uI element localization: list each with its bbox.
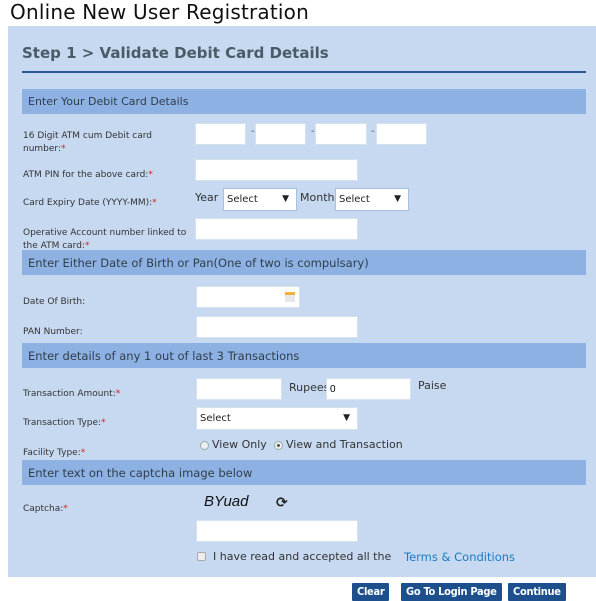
- continue-button[interactable]: Continue: [508, 583, 566, 601]
- section-card-details: Enter Your Debit Card Details: [22, 89, 586, 114]
- atm-pin-input[interactable]: [195, 159, 358, 181]
- month-select-value: Select: [339, 194, 370, 205]
- terms-text: I have read and accepted all the: [213, 550, 392, 563]
- month-label: Month: [300, 191, 335, 204]
- card-number-part-4[interactable]: [376, 123, 427, 145]
- paise-label: Paise: [418, 379, 447, 392]
- registration-panel: Step 1 > Validate Debit Card Details Ent…: [8, 26, 596, 577]
- card-number-part-2[interactable]: [255, 123, 306, 145]
- radio-view-and-transaction-label[interactable]: View and Transaction: [286, 438, 403, 451]
- chevron-down-icon: ▼: [282, 194, 289, 204]
- year-select[interactable]: Select ▼: [223, 188, 297, 211]
- txn-type-value: Select: [200, 413, 231, 424]
- captcha-input[interactable]: [196, 520, 358, 542]
- txn-rupees-input[interactable]: [196, 378, 282, 400]
- radio-view-only[interactable]: [200, 441, 209, 450]
- step-divider: [22, 71, 586, 73]
- radio-view-only-label[interactable]: View Only: [212, 438, 267, 451]
- dob-input[interactable]: [196, 286, 300, 308]
- section-captcha: Enter text on the captcha image below: [22, 460, 586, 485]
- card-number-label: 16 Digit ATM cum Debit card number:*: [23, 131, 152, 154]
- txn-amount-label: Transaction Amount:*: [23, 389, 121, 399]
- card-number-part-1[interactable]: [195, 123, 246, 145]
- captcha-image: BYuad: [204, 493, 249, 510]
- facility-label: Facility Type:*: [23, 448, 86, 458]
- pan-label: PAN Number:: [23, 327, 83, 337]
- txn-type-select[interactable]: Select ▼: [196, 407, 358, 430]
- calendar-icon[interactable]: [285, 292, 295, 302]
- step-title: Step 1 > Validate Debit Card Details: [22, 44, 329, 62]
- card-separator: -: [371, 126, 375, 137]
- chevron-down-icon: ▼: [343, 413, 350, 423]
- account-number-input[interactable]: [195, 218, 358, 240]
- rupees-label: Rupees: [289, 381, 330, 394]
- go-to-login-button[interactable]: Go To Login Page: [401, 583, 502, 601]
- txn-paise-input[interactable]: [326, 378, 411, 400]
- pan-input[interactable]: [196, 316, 358, 338]
- month-select[interactable]: Select ▼: [335, 188, 409, 211]
- captcha-label: Captcha:*: [23, 504, 68, 514]
- txn-type-label: Transaction Type:*: [23, 418, 106, 428]
- atm-pin-label: ATM PIN for the above card:*: [23, 170, 153, 180]
- terms-checkbox[interactable]: [197, 552, 206, 561]
- section-dob-pan: Enter Either Date of Birth or Pan(One of…: [22, 250, 586, 275]
- clear-button[interactable]: Clear: [352, 583, 390, 601]
- refresh-icon[interactable]: ⟳: [276, 495, 288, 511]
- page-title: Online New User Registration: [10, 0, 309, 24]
- section-transactions: Enter details of any 1 out of last 3 Tra…: [22, 343, 586, 368]
- year-select-value: Select: [227, 194, 258, 205]
- year-label: Year: [195, 191, 219, 204]
- card-number-part-3[interactable]: [315, 123, 367, 145]
- terms-conditions-link[interactable]: Terms & Conditions: [404, 550, 515, 564]
- radio-view-and-transaction[interactable]: [274, 441, 283, 450]
- dob-label: Date Of Birth:: [23, 297, 86, 307]
- expiry-label: Card Expiry Date (YYYY-MM):*: [23, 198, 157, 208]
- chevron-down-icon: ▼: [394, 194, 401, 204]
